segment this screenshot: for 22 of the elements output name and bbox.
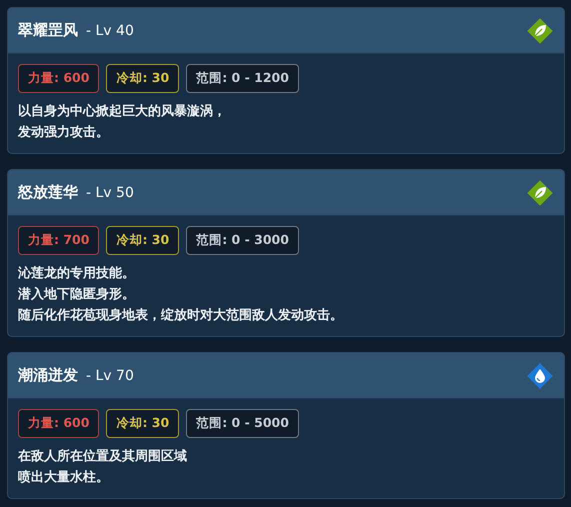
- skill-level: - Lv 50: [86, 184, 134, 200]
- description-text: 潜入地下隐匿身形。: [18, 286, 136, 304]
- skill-name: 怒放莲华: [18, 183, 78, 202]
- stat-badge: 力量: 700: [18, 226, 100, 255]
- stat-badge: 冷却: 30: [106, 409, 180, 438]
- stat-badge: 冷却: 30: [106, 64, 180, 93]
- skill-level: - Lv 40: [86, 22, 134, 38]
- description-text: 沁莲龙的专用技能。: [18, 265, 136, 283]
- stat-badge: 力量: 600: [18, 64, 100, 93]
- description-text: 喷出大量水柱。: [18, 469, 110, 487]
- skill-level: - Lv 70: [86, 368, 134, 384]
- stat-badge: 范围: 0 - 3000: [186, 226, 299, 255]
- description-text: 在敌人所在位置及其周围区域: [18, 448, 188, 466]
- skill-name: 翠耀罡风: [18, 21, 78, 40]
- description-text: 随后化作花苞现身地表，绽放时对大范围敌人发动攻击。: [18, 306, 344, 325]
- stat-badge: 力量: 600: [18, 409, 100, 438]
- description-text: 以自身为中心掀起巨大的风暴漩涡，: [18, 102, 227, 121]
- stat-badge: 范围: 0 - 1200: [186, 64, 299, 93]
- description-text: 发动强力攻击。: [18, 124, 110, 142]
- skill-name: 潮涌迸发: [18, 366, 78, 385]
- stat-badge: 冷却: 30: [106, 226, 180, 255]
- stat-badge: 范围: 0 - 5000: [186, 409, 299, 438]
